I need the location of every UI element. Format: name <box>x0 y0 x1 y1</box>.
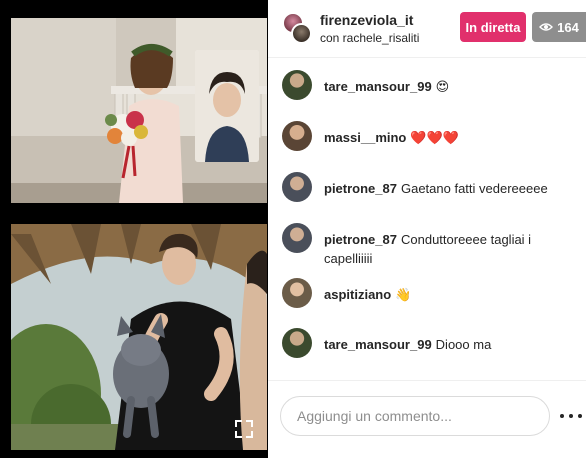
comment-body: ❤️❤️❤️ <box>410 130 459 145</box>
more-horizontal-icon[interactable] <box>560 406 582 426</box>
comment-input[interactable] <box>280 396 550 436</box>
live-video-pane <box>0 0 268 458</box>
live-header: firenzeviola_it con rachele_risaliti In … <box>268 0 586 58</box>
live-chat-panel: firenzeviola_it con rachele_risaliti In … <box>268 0 586 458</box>
commenter-avatar[interactable] <box>282 70 312 100</box>
commenter-avatar[interactable] <box>282 121 312 151</box>
comment-username[interactable]: massi__mino <box>324 130 406 145</box>
comment-text: pietrone_87 Gaetano fatti vedereeeee <box>324 179 576 198</box>
live-badge: In diretta <box>460 12 526 42</box>
comment-body: Diooo ma <box>435 337 492 352</box>
comment-username[interactable]: pietrone_87 <box>324 181 397 196</box>
comment-text: tare_mansour_99 😍 <box>324 77 576 96</box>
comment-text: massi__mino ❤️❤️❤️ <box>324 128 576 147</box>
host-video-feed[interactable] <box>11 18 267 203</box>
comment-text: tare_mansour_99 Diooo ma <box>324 335 576 354</box>
commenter-avatar[interactable] <box>282 278 312 308</box>
commenter-avatar[interactable] <box>282 223 312 253</box>
cohost-video-feed[interactable] <box>11 224 267 450</box>
comment-body: 👋 <box>395 287 412 302</box>
commenter-avatar[interactable] <box>282 328 312 358</box>
live-stream-window: firenzeviola_it con rachele_risaliti In … <box>0 0 586 458</box>
viewer-count: 164 <box>557 19 579 35</box>
comment-text: aspitiziano 👋 <box>324 285 576 304</box>
eye-icon <box>539 20 554 35</box>
comment-username[interactable]: tare_mansour_99 <box>324 79 432 94</box>
live-badge-label: In diretta <box>465 19 521 35</box>
comment-username[interactable]: tare_mansour_99 <box>324 337 432 352</box>
guest-video-scene <box>195 50 259 162</box>
comment-text: pietrone_87 Conduttoreeee tagliai i capel… <box>324 230 576 268</box>
comment-list: tare_mansour_99 😍 massi__mino ❤️❤️❤️ pietr… <box>268 58 586 380</box>
expand-icon[interactable] <box>233 418 255 440</box>
comment-body: Gaetano fatti vedereeeee <box>400 181 548 196</box>
comment-username[interactable]: aspitiziano <box>324 287 391 302</box>
cohost-video-scene <box>11 224 267 450</box>
guest-label[interactable]: con rachele_risaliti <box>320 31 419 45</box>
guest-video-feed[interactable] <box>195 50 259 162</box>
viewer-count-badge: 164 <box>532 12 586 42</box>
comment-composer <box>268 380 586 458</box>
host-avatars[interactable] <box>282 12 312 44</box>
host-username[interactable]: firenzeviola_it <box>320 12 413 28</box>
comment-body: 😍 <box>435 79 450 94</box>
guest-avatar <box>291 23 312 44</box>
comment-username[interactable]: pietrone_87 <box>324 232 397 247</box>
commenter-avatar[interactable] <box>282 172 312 202</box>
